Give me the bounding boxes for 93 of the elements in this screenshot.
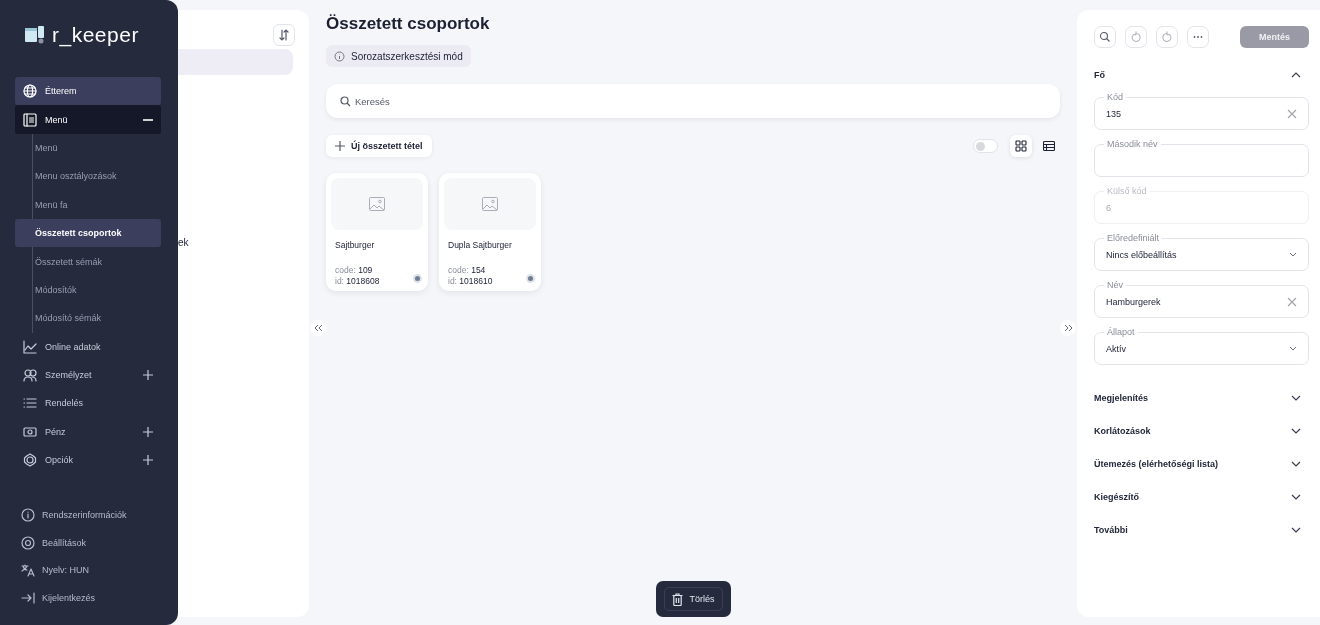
section-header[interactable]: Kiegészítő bbox=[1094, 480, 1309, 513]
nav-subitem[interactable]: Menü bbox=[15, 133, 161, 163]
footer-link[interactable]: Beállítások bbox=[15, 528, 161, 557]
nav-item[interactable]: Étterem bbox=[15, 77, 161, 106]
settings-icon bbox=[21, 535, 35, 550]
nav-subitem[interactable]: Módosító sémák bbox=[15, 304, 161, 333]
chevron-down-icon bbox=[1291, 427, 1301, 434]
field-label: Kód bbox=[1104, 91, 1126, 103]
grid-view-button[interactable] bbox=[1010, 135, 1032, 157]
info-icon bbox=[21, 508, 35, 523]
toggle-switch[interactable] bbox=[973, 139, 998, 153]
grid-icon bbox=[1015, 140, 1027, 152]
search-icon bbox=[340, 96, 351, 107]
nav-subitem[interactable]: Menü fa bbox=[15, 190, 161, 219]
new-item-button[interactable]: Új összetett tétel bbox=[326, 135, 432, 157]
trash-icon bbox=[672, 592, 684, 606]
gear-icon bbox=[23, 453, 37, 468]
line-chart-icon bbox=[23, 339, 37, 354]
page-title: Összetett csoportok bbox=[326, 14, 491, 34]
image-icon bbox=[369, 197, 385, 211]
field-label: Második név bbox=[1104, 138, 1161, 150]
section-header[interactable]: Korlátozások bbox=[1094, 414, 1309, 447]
meta-line: code: 109 bbox=[335, 265, 373, 275]
tree-row[interactable]: ek bbox=[178, 233, 189, 251]
expand-button[interactable] bbox=[1060, 320, 1076, 336]
sort-icon bbox=[278, 29, 290, 41]
logout-icon bbox=[21, 591, 35, 606]
plus-icon bbox=[143, 455, 153, 466]
item-card[interactable]: Sajtburger code: 109 id: 1018608 bbox=[326, 173, 428, 291]
nav-item[interactable]: Személyzet bbox=[15, 360, 161, 390]
book-icon bbox=[23, 112, 37, 127]
search-field[interactable]: Keresés bbox=[326, 84, 1060, 118]
nav-subitem[interactable]: Összetett sémák bbox=[15, 247, 161, 276]
search-icon bbox=[1099, 31, 1111, 43]
people-icon bbox=[23, 368, 37, 383]
globe-icon bbox=[23, 84, 37, 99]
logo-icon bbox=[25, 26, 45, 44]
table-icon bbox=[1043, 140, 1055, 152]
nav-subitem[interactable]: Módosítók bbox=[15, 275, 161, 305]
plus-icon bbox=[143, 370, 153, 381]
input-field[interactable]: Kód 135 bbox=[1094, 91, 1309, 130]
dropdown-field[interactable]: Állapot Aktív bbox=[1094, 326, 1309, 365]
nav-item[interactable]: Opciók bbox=[15, 446, 161, 475]
nav-item[interactable]: Pénz bbox=[15, 417, 161, 447]
image-icon bbox=[482, 197, 498, 211]
item-card[interactable]: Dupla Sajtburger code: 154 id: 1018610 bbox=[439, 173, 541, 291]
footer-link[interactable]: Nyelv: HUN bbox=[15, 556, 161, 585]
status-dot bbox=[526, 274, 535, 283]
logo-text: r_keeper bbox=[52, 23, 139, 47]
dropdown-field[interactable]: Előredefiniált Nincs előbeállítás bbox=[1094, 232, 1309, 271]
info-icon bbox=[334, 50, 345, 62]
field-label: Név bbox=[1104, 279, 1126, 291]
plus-icon bbox=[335, 141, 345, 151]
chevron-down-icon bbox=[1291, 460, 1301, 467]
footer-link[interactable]: Rendszerinformációk bbox=[15, 501, 161, 529]
input-field[interactable]: Név Hamburgerek bbox=[1094, 279, 1309, 318]
footer-link[interactable]: Kijelentkezés bbox=[15, 584, 161, 612]
nav-subitem[interactable]: Menu osztályozások bbox=[15, 162, 161, 191]
chevron-down-icon bbox=[1289, 252, 1297, 257]
section-header[interactable]: Ütemezés (elérhetőségi lista) bbox=[1094, 447, 1309, 480]
chevron-down-icon bbox=[1291, 493, 1301, 500]
nav-item[interactable]: Menü bbox=[15, 105, 161, 134]
chevron-down-icon bbox=[1289, 346, 1297, 351]
banknote-icon bbox=[23, 424, 37, 439]
sort-button[interactable] bbox=[273, 24, 295, 46]
chevron-up-icon bbox=[1291, 71, 1301, 78]
card-title: Sajtburger bbox=[335, 240, 376, 250]
nav-subitem[interactable]: Összetett csoportok bbox=[15, 218, 161, 248]
meta-line: code: 154 bbox=[448, 265, 486, 275]
nav-item[interactable]: Online adatok bbox=[15, 332, 161, 361]
meta-line: id: 1018610 bbox=[448, 276, 493, 286]
delete-button[interactable]: Törlés bbox=[664, 587, 723, 611]
collapse-button[interactable] bbox=[310, 320, 326, 336]
field-label: Előredefiniált bbox=[1104, 232, 1163, 244]
card-title: Dupla Sajtburger bbox=[448, 240, 513, 250]
field-label: Állapot bbox=[1104, 326, 1138, 338]
input-field[interactable]: Második név bbox=[1094, 138, 1309, 177]
double-chevron-right-icon bbox=[1063, 324, 1073, 332]
section-header[interactable]: További bbox=[1094, 513, 1309, 546]
search-button[interactable] bbox=[1094, 26, 1116, 48]
status-dot bbox=[413, 274, 422, 283]
nav-item[interactable]: Rendelés bbox=[15, 389, 161, 418]
list-icon bbox=[23, 396, 37, 411]
translate-icon bbox=[21, 563, 35, 578]
field-label: Külső kód bbox=[1104, 185, 1150, 197]
mode-label: Sorozatszerkesztési mód bbox=[351, 50, 463, 62]
section-header[interactable]: Megjelenítés bbox=[1094, 381, 1309, 414]
double-chevron-left-icon bbox=[313, 324, 323, 332]
section-header[interactable]: Fő bbox=[1094, 58, 1309, 91]
chevron-down-icon bbox=[1291, 526, 1301, 533]
meta-line: id: 1018608 bbox=[335, 276, 380, 286]
chevron-down-icon bbox=[1291, 394, 1301, 401]
plus-icon bbox=[143, 426, 153, 437]
